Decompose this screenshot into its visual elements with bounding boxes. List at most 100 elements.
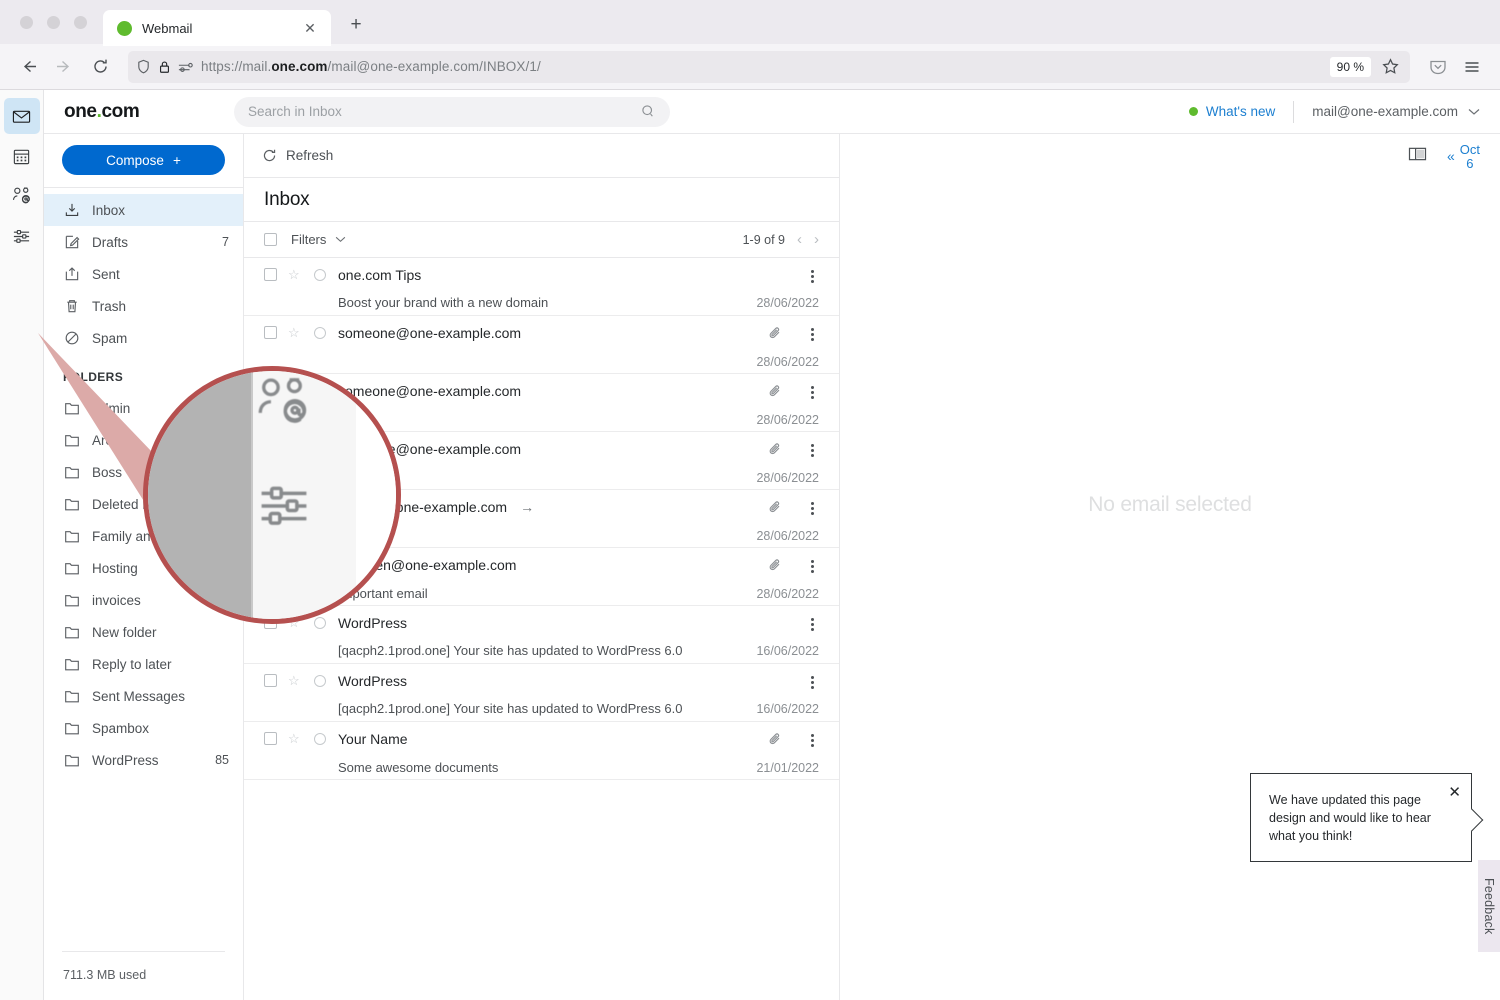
message-actions-menu[interactable]: [805, 326, 819, 343]
trash-icon: [63, 298, 80, 315]
message-date: 28/06/2022: [756, 290, 819, 310]
attachment-icon: [768, 500, 782, 519]
message-actions-menu[interactable]: [805, 384, 819, 401]
sidebar-item-wordpress[interactable]: WordPress85: [44, 744, 243, 776]
sidebar-item-sent[interactable]: Sent: [44, 258, 243, 290]
unread-toggle-icon[interactable]: [314, 733, 326, 745]
message-select-checkbox[interactable]: [264, 732, 277, 745]
message-row[interactable]: ☆one.com TipsBoost your brand with a new…: [244, 258, 839, 316]
magnifier-backdrop: [143, 366, 251, 624]
account-menu[interactable]: mail@one-example.com: [1294, 104, 1480, 119]
pagination-next-icon[interactable]: ›: [814, 231, 819, 248]
pagination-prev-icon[interactable]: ‹: [797, 231, 802, 248]
new-tab-button[interactable]: +: [341, 10, 371, 40]
layout-split-icon[interactable]: [1408, 146, 1427, 167]
close-icon[interactable]: ✕: [1448, 783, 1461, 801]
browser-tab-webmail[interactable]: Webmail ✕: [103, 10, 331, 46]
message-actions-menu[interactable]: [805, 268, 819, 285]
message-date: 28/06/2022: [756, 465, 819, 485]
unread-toggle-icon[interactable]: [314, 269, 326, 281]
feedback-tab-label: Feedback: [1482, 878, 1496, 935]
sidebar-item-reply-to-later[interactable]: Reply to later: [44, 648, 243, 680]
message-date: 16/06/2022: [756, 696, 819, 716]
message-actions-menu[interactable]: [805, 732, 819, 749]
sidebar-item-spambox[interactable]: Spambox: [44, 712, 243, 744]
shield-icon: [136, 59, 151, 74]
unread-toggle-icon[interactable]: [314, 675, 326, 687]
empty-state-label: No email selected: [1088, 493, 1252, 517]
reload-icon[interactable]: [84, 51, 116, 83]
collapse-reading-pane-button[interactable]: « Oct 6: [1447, 141, 1480, 171]
window-maximize-button[interactable]: [74, 16, 87, 29]
rail-item-settings[interactable]: [4, 218, 40, 254]
message-select-checkbox[interactable]: [264, 268, 277, 281]
rail-item-contacts[interactable]: [4, 178, 40, 214]
url-bar[interactable]: https://mail.one.com/mail@one-example.co…: [128, 51, 1410, 83]
compose-button[interactable]: Compose +: [62, 145, 225, 175]
pagination-count: 1-9 of 9: [743, 233, 785, 247]
sidebar-item-drafts[interactable]: Drafts 7: [44, 226, 243, 258]
whats-new-button[interactable]: What's new: [1189, 104, 1293, 119]
message-actions-menu[interactable]: [805, 674, 819, 691]
browser-nav-bar: https://mail.one.com/mail@one-example.co…: [0, 44, 1500, 90]
url-scheme: https://mail.: [201, 59, 271, 74]
star-icon[interactable]: ☆: [288, 674, 303, 688]
message-actions-menu[interactable]: [805, 500, 819, 517]
rail-item-calendar[interactable]: [4, 138, 40, 174]
message-row[interactable]: ☆Your NameSome awesome documents21/01/20…: [244, 722, 839, 780]
date-month: Oct: [1460, 143, 1480, 157]
inbox-icon: [63, 202, 80, 219]
zoom-level-badge[interactable]: 90 %: [1330, 57, 1371, 77]
search-input[interactable]: [248, 104, 633, 119]
menu-icon[interactable]: [1456, 51, 1488, 83]
window-close-button[interactable]: [20, 16, 33, 29]
refresh-button[interactable]: Refresh: [262, 148, 333, 163]
star-icon[interactable]: ☆: [288, 268, 303, 282]
pocket-icon[interactable]: [1422, 51, 1454, 83]
bookmark-star-icon[interactable]: [1378, 55, 1402, 79]
message-select-checkbox[interactable]: [264, 326, 277, 339]
rail-item-mail[interactable]: [4, 98, 40, 134]
message-subject: [qacph2.1prod.one] Your site has updated…: [338, 696, 745, 716]
message-sender: WordPress: [338, 674, 745, 689]
message-actions-menu[interactable]: [805, 616, 819, 633]
message-select-checkbox[interactable]: [264, 674, 277, 687]
star-icon[interactable]: ☆: [288, 732, 303, 746]
search-box[interactable]: [234, 97, 670, 127]
message-subject: [338, 349, 745, 354]
compose-area: Compose +: [44, 134, 243, 188]
message-actions-menu[interactable]: [805, 442, 819, 459]
chevron-down-icon: [335, 236, 346, 243]
back-icon[interactable]: [12, 51, 44, 83]
sidebar-item-label: Trash: [92, 299, 217, 314]
sidebar-item-trash[interactable]: Trash: [44, 290, 243, 322]
folder-icon: [63, 656, 80, 673]
unread-toggle-icon[interactable]: [314, 327, 326, 339]
feedback-tab[interactable]: Feedback: [1478, 860, 1500, 952]
chevron-down-icon: [1468, 108, 1480, 116]
sidebar-item-label: Sent Messages: [92, 689, 217, 704]
filters-dropdown[interactable]: Filters: [291, 232, 346, 247]
message-row[interactable]: ☆someone@one-example.com28/06/2022: [244, 316, 839, 374]
window-traffic-lights: [14, 0, 103, 44]
folder-icon: [63, 720, 80, 737]
message-subject: Boost your brand with a new domain: [338, 290, 745, 310]
sliders-settings-icon: [256, 478, 312, 539]
refresh-icon: [262, 148, 277, 163]
sidebar-item-inbox[interactable]: Inbox: [44, 194, 243, 226]
window-minimize-button[interactable]: [47, 16, 60, 29]
message-actions-menu[interactable]: [805, 558, 819, 575]
tab-close-icon[interactable]: ✕: [299, 17, 321, 39]
sidebar-item-spam[interactable]: Spam: [44, 322, 243, 354]
star-icon[interactable]: ☆: [288, 326, 303, 340]
sent-icon: [63, 266, 80, 283]
sidebar-item-sent-messages[interactable]: Sent Messages: [44, 680, 243, 712]
magnifier-pane: [356, 366, 401, 624]
attachment-icon: [768, 442, 782, 461]
forward-icon[interactable]: [48, 51, 80, 83]
message-row[interactable]: ☆ WordPress [qacph2.1prod.one] Your site h…: [244, 664, 839, 722]
sidebar-item-new-folder[interactable]: New folder: [44, 616, 243, 648]
sidebar-item-label: New folder: [92, 625, 217, 640]
search-icon: [641, 104, 656, 119]
select-all-checkbox[interactable]: [264, 233, 277, 246]
